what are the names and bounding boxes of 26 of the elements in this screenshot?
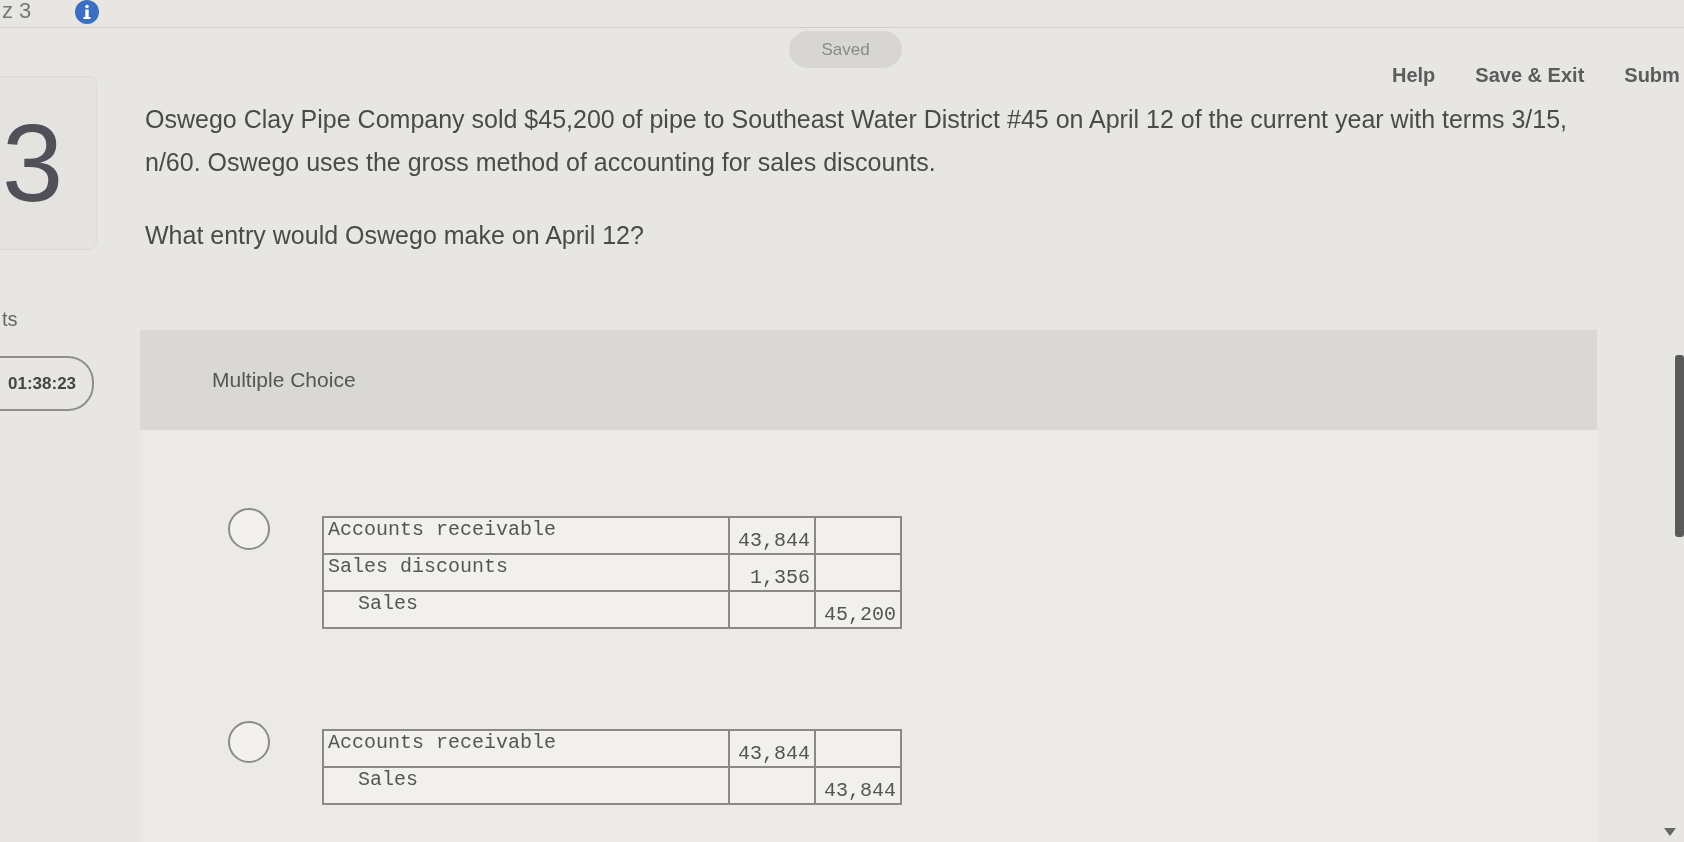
- debit-amount: 1,356: [750, 566, 810, 589]
- account-name: Accounts receivable: [328, 518, 557, 541]
- header-link[interactable]: Subm: [1624, 64, 1680, 87]
- credit-amount: 45,200: [824, 603, 896, 626]
- credit-amount: 43,844: [824, 779, 896, 802]
- radio-button[interactable]: [228, 721, 270, 763]
- account-name: Sales: [357, 768, 418, 791]
- saved-status: Saved: [789, 31, 902, 68]
- timer: 01:38:23: [0, 356, 94, 411]
- question-text: Oswego Clay Pipe Company sold $45,200 of pipe to Southeast Water District #45 on April 12 of the current year with terms 3/15, n/60. Oswego uses the gross method of accounting for sales discounts.: [145, 104, 1569, 178]
- question-prompt: What entry would Oswego make on April 12?: [145, 221, 644, 250]
- scrollbar-thumb[interactable]: [1675, 355, 1684, 537]
- account-name: Sales: [357, 592, 418, 615]
- info-icon[interactable]: [75, 0, 100, 24]
- quiz-title: z 3: [1, 0, 32, 22]
- header-link[interactable]: Save & Exit: [1475, 64, 1585, 87]
- caret-down-icon[interactable]: [1664, 828, 1676, 836]
- debit-amount: 43,844: [738, 742, 810, 765]
- debit-amount: 43,844: [738, 529, 810, 552]
- header-link[interactable]: Help: [1392, 64, 1436, 87]
- question-number: 3: [2, 108, 64, 218]
- account-name: Sales discounts: [328, 555, 509, 578]
- points-label: ts: [2, 308, 18, 331]
- question-type-label: Multiple Choice: [212, 368, 356, 392]
- radio-button[interactable]: [228, 508, 270, 550]
- account-name: Accounts receivable: [328, 731, 557, 754]
